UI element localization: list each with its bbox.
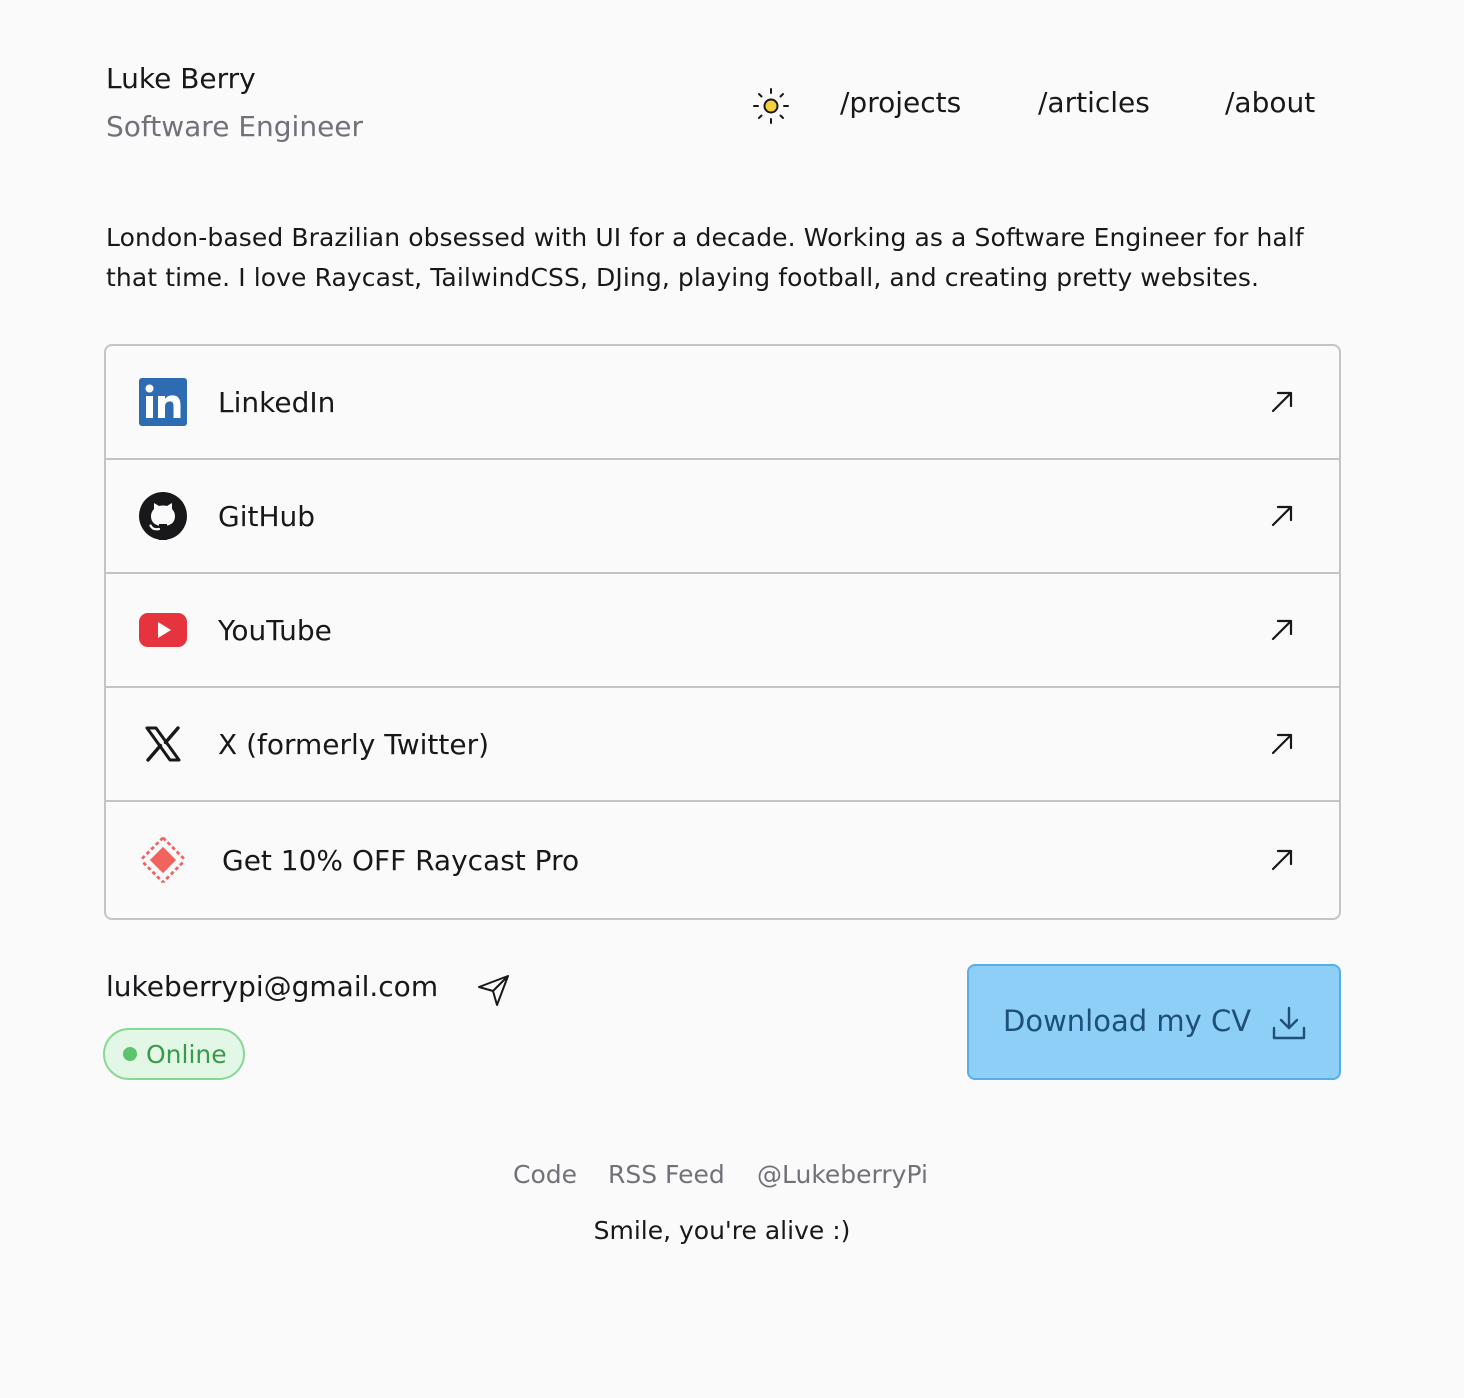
external-arrow-icon [1271, 733, 1293, 755]
nav-link-articles[interactable]: /articles [1038, 86, 1150, 119]
send-icon[interactable] [476, 972, 512, 1008]
link-row-github[interactable]: GitHub [106, 460, 1339, 574]
youtube-icon [138, 605, 188, 655]
email-link[interactable]: lukeberrypi@gmail.com [106, 970, 438, 1003]
github-icon [138, 491, 188, 541]
status-label: Online [146, 1039, 227, 1069]
external-arrow-icon [1271, 505, 1293, 527]
download-icon [1272, 1006, 1306, 1040]
status-dot-icon [123, 1047, 137, 1061]
external-arrow-icon [1271, 619, 1293, 641]
footer-tagline: Smile, you're alive :) [593, 1216, 851, 1245]
footer-handle-link[interactable]: @LukeberryPi [757, 1160, 928, 1189]
x-icon [138, 719, 188, 769]
link-label: YouTube [218, 613, 332, 647]
download-cv-button[interactable]: Download my CV [967, 964, 1341, 1080]
sun-icon [753, 88, 789, 124]
link-label: Get 10% OFF Raycast Pro [222, 843, 580, 877]
link-label: LinkedIn [218, 385, 336, 419]
external-arrow-icon [1271, 849, 1293, 871]
link-label: X (formerly Twitter) [218, 727, 490, 761]
theme-toggle-button[interactable] [750, 85, 792, 127]
online-status-badge: Online [103, 1028, 245, 1080]
link-row-linkedin[interactable]: LinkedIn [106, 346, 1339, 460]
link-row-x[interactable]: X (formerly Twitter) [106, 688, 1339, 802]
link-row-raycast[interactable]: Get 10% OFF Raycast Pro [106, 802, 1339, 918]
download-cv-label: Download my CV [1003, 1004, 1252, 1038]
bio-text: London-based Brazilian obsessed with UI … [106, 223, 1304, 292]
footer-rss-link[interactable]: RSS Feed [608, 1160, 725, 1189]
external-arrow-icon [1271, 391, 1293, 413]
site-owner-name: Luke Berry [106, 62, 256, 95]
raycast-icon [138, 835, 188, 885]
linkedin-icon [138, 377, 188, 427]
nav-link-projects[interactable]: /projects [840, 86, 961, 119]
link-row-youtube[interactable]: YouTube [106, 574, 1339, 688]
site-owner-role: Software Engineer [106, 110, 364, 143]
footer-code-link[interactable]: Code [513, 1160, 577, 1189]
social-links-list: LinkedIn GitHub YouTube X (formerly Twit… [104, 344, 1341, 920]
link-label: GitHub [218, 499, 316, 533]
nav-link-about[interactable]: /about [1225, 86, 1315, 119]
